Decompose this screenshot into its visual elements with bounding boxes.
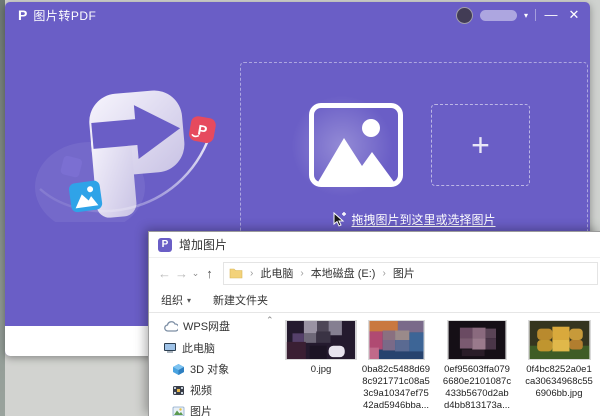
image-badge-icon: [68, 180, 103, 213]
minimize-button[interactable]: —: [543, 2, 559, 28]
user-avatar[interactable]: [455, 6, 473, 24]
dialog-toolbar: 组织 ▾ 新建文件夹: [149, 288, 600, 313]
dropzone-hint-label[interactable]: 拖拽图片到这里或选择图片: [351, 211, 495, 228]
screen: P 图片转PDF ▾ — ✕ P + 拖拽图片到这里或选择图片 P 增加图片 ←…: [0, 0, 600, 416]
breadcrumb-separator: ›: [250, 267, 254, 279]
file-name: 0ba82c5488d69 8c921771c08a5 3c9a10347ef7…: [361, 364, 431, 411]
dropzone[interactable]: + 拖拽图片到这里或选择图片: [240, 62, 588, 240]
file-thumbnail: [527, 320, 591, 360]
desktop-edge-right: [590, 0, 600, 240]
scroll-up-icon[interactable]: ⌃: [266, 315, 274, 326]
sidebar-label: 此电脑: [182, 343, 215, 355]
cloud-icon: [164, 320, 178, 332]
file-item[interactable]: 0ef95603ffa079 6680e2101087c 433b5670d2a…: [433, 320, 521, 412]
file-thumbnail: [367, 320, 425, 360]
video-icon: [173, 385, 184, 395]
dialog-navbar: ← → ⌄ ↑ › 此电脑 › 本地磁盘 (E:) › 图片: [149, 257, 600, 288]
breadcrumb-separator: ›: [382, 267, 386, 279]
address-bar[interactable]: › 此电脑 › 本地磁盘 (E:) › 图片: [223, 261, 598, 285]
add-image-tile[interactable]: +: [431, 104, 530, 186]
breadcrumb-this-pc[interactable]: 此电脑: [260, 265, 293, 281]
up-icon[interactable]: ↑: [201, 266, 218, 281]
organize-button[interactable]: 组织 ▾: [161, 292, 191, 308]
user-menu-caret-icon[interactable]: ▾: [524, 11, 528, 20]
file-name: 0ef95603ffa079 6680e2101087c 433b5670d2a…: [442, 364, 512, 411]
file-thumbnail: [285, 320, 357, 360]
dialog-logo-icon: P: [158, 237, 172, 252]
3d-object-icon: [173, 363, 184, 375]
sidebar-item-3d-objects[interactable]: 3D 对象: [172, 361, 229, 377]
history-caret-icon[interactable]: ⌄: [190, 268, 201, 279]
pictures-icon: [172, 406, 185, 416]
sidebar-item-pictures[interactable]: 图片: [172, 403, 212, 416]
sidebar-label: 3D 对象: [190, 364, 230, 376]
sidebar-label: 图片: [190, 406, 212, 416]
nav-pane: ⌃ WPS网盘 此电脑 3D 对象 视频 图片: [149, 313, 279, 416]
dialog-title: 增加图片: [179, 238, 228, 252]
folder-icon: [229, 268, 243, 279]
app-logo-icon: P: [18, 7, 28, 23]
sidebar-item-wps-cloud[interactable]: WPS网盘: [164, 318, 230, 334]
breadcrumb-pictures[interactable]: 图片: [393, 265, 415, 281]
cursor-icon: [333, 212, 347, 227]
add-images-dialog: P 增加图片 ← → ⌄ ↑ › 此电脑 › 本地磁盘 (E:) › 图片 组织: [148, 231, 600, 416]
breadcrumb-drive-e[interactable]: 本地磁盘 (E:): [311, 265, 376, 281]
close-button[interactable]: ✕: [566, 2, 582, 28]
dialog-body: ⌃ WPS网盘 此电脑 3D 对象 视频 图片 0.jpg 0ba82c5488…: [149, 313, 600, 416]
sidebar-label: WPS网盘: [183, 321, 231, 333]
dropzone-hint[interactable]: 拖拽图片到这里或选择图片: [241, 211, 587, 228]
app-title: 图片转PDF: [33, 8, 97, 23]
file-name: 0f4bc8252a0e1 ca30634968c55 6906bb.jpg: [525, 364, 593, 399]
sidebar-label: 视频: [190, 385, 212, 397]
plus-icon: +: [471, 126, 490, 163]
app-titlebar: P 图片转PDF ▾ — ✕: [5, 2, 590, 28]
organize-label: 组织: [161, 295, 183, 307]
username-pill[interactable]: [479, 9, 517, 21]
file-item[interactable]: 0f4bc8252a0e1 ca30634968c55 6906bb.jpg: [515, 320, 600, 400]
new-folder-button[interactable]: 新建文件夹: [213, 292, 268, 308]
sidebar-item-this-pc[interactable]: 此电脑: [163, 340, 215, 356]
file-thumbnail: [447, 320, 507, 360]
pdf-badge-icon: P: [189, 116, 216, 143]
back-icon[interactable]: ←: [156, 266, 173, 281]
organize-caret-icon: ▾: [187, 295, 192, 305]
file-item[interactable]: 0ba82c5488d69 8c921771c08a5 3c9a10347ef7…: [352, 320, 440, 412]
forward-icon[interactable]: →: [173, 266, 190, 281]
dialog-titlebar: P 增加图片: [149, 232, 600, 257]
breadcrumb-separator: ›: [300, 267, 304, 279]
titlebar-divider: [535, 9, 536, 21]
computer-icon: [164, 343, 176, 353]
sidebar-item-videos[interactable]: 视频: [172, 382, 212, 398]
image-placeholder-icon: [309, 103, 403, 187]
p-logo-illustration: P: [35, 90, 216, 222]
